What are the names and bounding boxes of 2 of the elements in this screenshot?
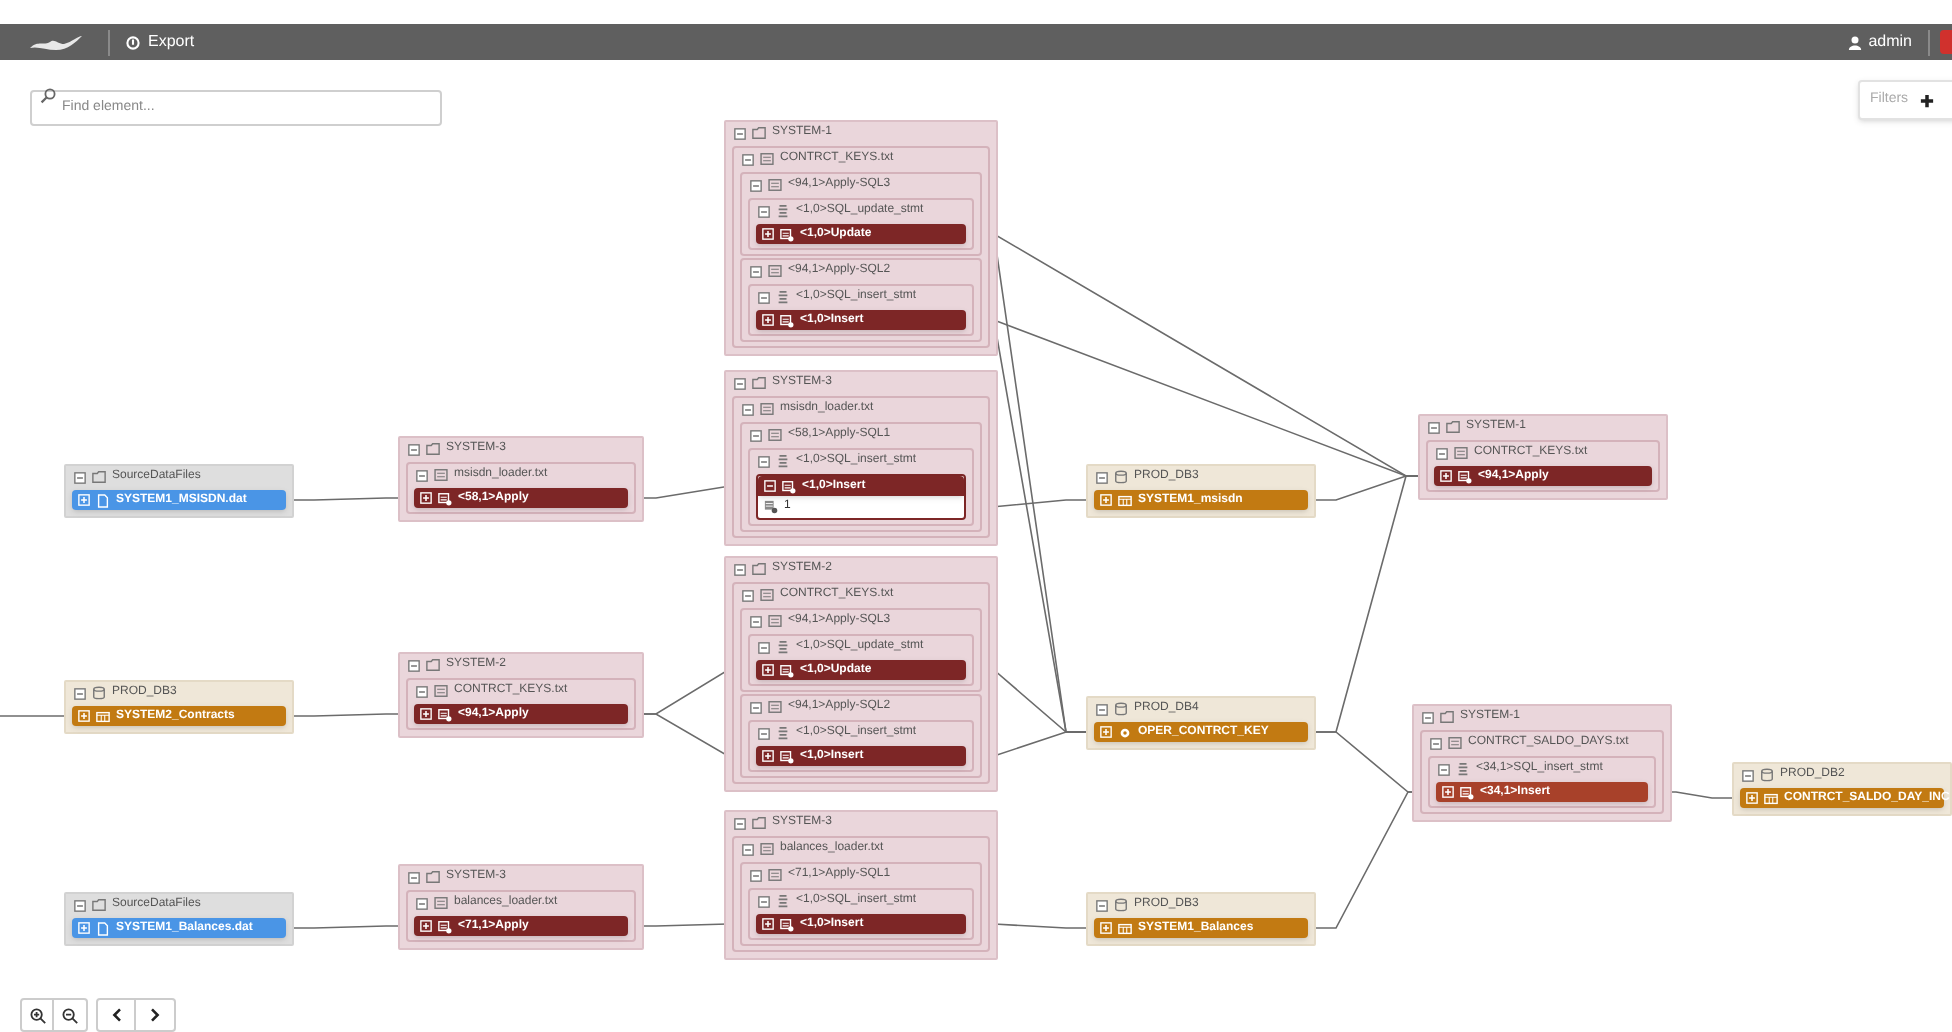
export-button[interactable]: Export	[126, 30, 195, 54]
user-menu[interactable]: admin	[1848, 30, 1912, 54]
